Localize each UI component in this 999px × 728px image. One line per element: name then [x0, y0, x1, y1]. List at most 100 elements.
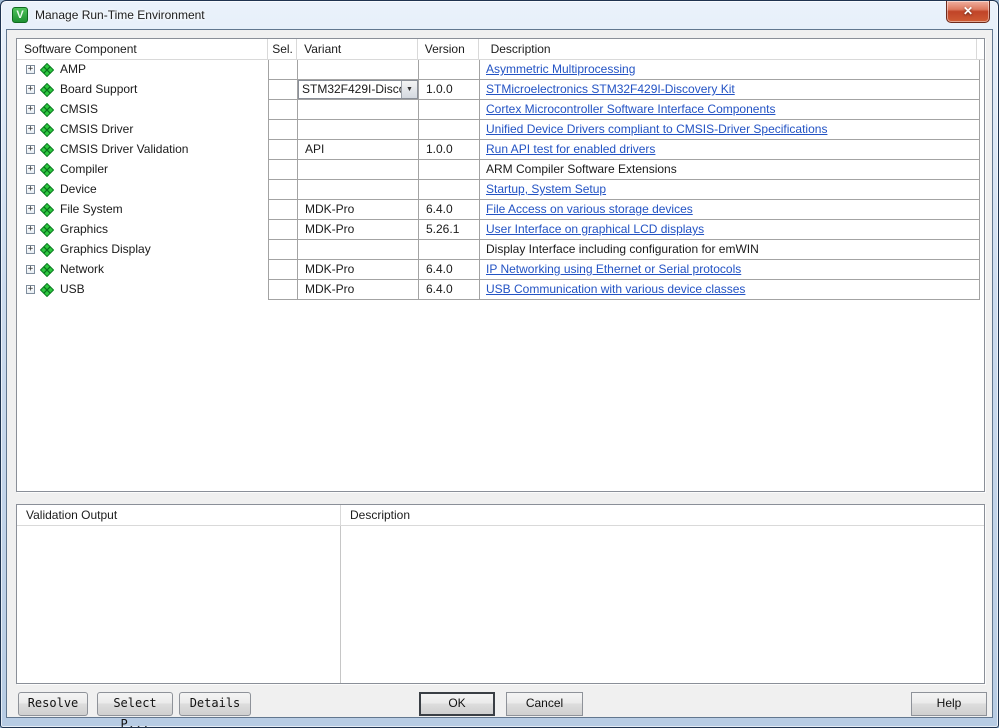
validation-description-header[interactable]: Description: [350, 508, 410, 522]
validation-description-area[interactable]: [341, 526, 984, 683]
description-link[interactable]: Cortex Microcontroller Software Interfac…: [486, 102, 775, 116]
expand-icon[interactable]: +: [26, 265, 35, 274]
cancel-button[interactable]: Cancel: [506, 692, 583, 716]
table-row: + Compiler ARM Compiler Software Extension…: [17, 160, 984, 180]
description-link[interactable]: User Interface on graphical LCD displays: [486, 222, 704, 236]
variant-cell: [298, 180, 419, 200]
select-cell[interactable]: [269, 260, 298, 280]
row-gutter: [980, 260, 984, 280]
description-cell: STMicroelectronics STM32F429I-Discovery …: [480, 80, 980, 100]
version-cell: 5.26.1: [419, 220, 480, 240]
expand-icon[interactable]: +: [26, 105, 35, 114]
titlebar[interactable]: V Manage Run-Time Environment ✕: [1, 1, 998, 29]
select-packs-button[interactable]: Select P...: [97, 692, 173, 716]
select-cell[interactable]: [269, 140, 298, 160]
variant-cell: [298, 240, 419, 260]
select-cell[interactable]: [269, 160, 298, 180]
component-cell[interactable]: + Compiler: [17, 160, 269, 180]
variant-cell: [298, 160, 419, 180]
header-variant[interactable]: Variant: [297, 39, 418, 59]
component-cell[interactable]: +USB: [17, 280, 269, 300]
variant-cell: MDK-Pro: [298, 200, 419, 220]
expand-icon[interactable]: +: [26, 165, 35, 174]
version-cell: [419, 120, 480, 140]
description-link[interactable]: Asymmetric Multiprocessing: [486, 62, 635, 76]
version-cell: 1.0.0: [419, 140, 480, 160]
select-cell[interactable]: [269, 240, 298, 260]
resolve-button[interactable]: Resolve: [18, 692, 88, 716]
row-gutter: [980, 240, 984, 260]
component-cell[interactable]: +AMP: [17, 60, 269, 80]
component-cell[interactable]: + Board Support: [17, 80, 269, 100]
description-link[interactable]: Unified Device Drivers compliant to CMSI…: [486, 122, 827, 136]
validation-output-area[interactable]: [17, 526, 341, 683]
help-button[interactable]: Help: [911, 692, 987, 716]
component-cell[interactable]: +CMSIS Driver Validation: [17, 140, 269, 160]
header-software-component[interactable]: Software Component: [17, 39, 268, 59]
description-cell: Unified Device Drivers compliant to CMSI…: [480, 120, 980, 140]
component-cell[interactable]: +File System: [17, 200, 269, 220]
select-cell[interactable]: [269, 60, 298, 80]
component-cell[interactable]: +Device: [17, 180, 269, 200]
component-icon: [40, 283, 54, 297]
table-row: +Graphics Display Display Interface inclu…: [17, 240, 984, 260]
component-table-rows: +AMP Asymmetric Multiprocessing + Board Sup…: [17, 60, 984, 300]
component-cell[interactable]: +Graphics: [17, 220, 269, 240]
component-label: Compiler: [60, 160, 108, 179]
expand-icon[interactable]: +: [26, 205, 35, 214]
expand-icon[interactable]: +: [26, 125, 35, 134]
description-link[interactable]: STMicroelectronics STM32F429I-Discovery …: [486, 82, 735, 96]
expand-icon[interactable]: +: [26, 245, 35, 254]
variant-cell: MDK-Pro: [298, 260, 419, 280]
select-cell[interactable]: [269, 220, 298, 240]
validation-pane: Validation Output Description: [16, 504, 985, 684]
description-link[interactable]: File Access on various storage devices: [486, 202, 693, 216]
component-label: Board Support: [60, 80, 137, 99]
variant-cell: [298, 120, 419, 140]
component-cell[interactable]: +Graphics Display: [17, 240, 269, 260]
expand-icon[interactable]: +: [26, 225, 35, 234]
ok-button[interactable]: OK: [419, 692, 495, 716]
expand-icon[interactable]: +: [26, 145, 35, 154]
description-text: Display Interface including configuratio…: [486, 242, 759, 256]
table-row: +File SystemMDK-Pro6.4.0File Access on v…: [17, 200, 984, 220]
description-link[interactable]: IP Networking using Ethernet or Serial p…: [486, 262, 741, 276]
dialog-client-area: Software Component Sel. Variant Version …: [6, 29, 993, 718]
component-label: CMSIS: [60, 100, 98, 119]
component-icon: [40, 143, 54, 157]
details-button[interactable]: Details: [179, 692, 251, 716]
component-cell[interactable]: +CMSIS Driver: [17, 120, 269, 140]
table-row: + CMSIS Cortex Microcontroller Software In…: [17, 100, 984, 120]
select-cell[interactable]: [269, 280, 298, 300]
expand-icon[interactable]: +: [26, 85, 35, 94]
row-gutter: [980, 180, 984, 200]
table-row: +Device Startup, System Setup: [17, 180, 984, 200]
description-link[interactable]: Run API test for enabled drivers: [486, 142, 655, 156]
select-cell[interactable]: [269, 120, 298, 140]
component-cell[interactable]: + CMSIS: [17, 100, 269, 120]
header-version[interactable]: Version: [418, 39, 479, 59]
validation-pane-body: [17, 526, 984, 683]
description-cell: Display Interface including configuratio…: [480, 240, 980, 260]
row-gutter: [980, 120, 984, 140]
select-cell[interactable]: [269, 200, 298, 220]
expand-icon[interactable]: +: [26, 285, 35, 294]
component-cell[interactable]: +Network: [17, 260, 269, 280]
select-cell[interactable]: [269, 180, 298, 200]
chevron-down-icon[interactable]: ▼: [401, 81, 417, 98]
description-link[interactable]: USB Communication with various device cl…: [486, 282, 745, 296]
expand-icon[interactable]: +: [26, 185, 35, 194]
select-cell[interactable]: [269, 80, 298, 100]
description-cell: User Interface on graphical LCD displays: [480, 220, 980, 240]
table-row: +Board SupportSTM32F429I-Discov▼1.0.0STM…: [17, 80, 984, 100]
expand-icon[interactable]: +: [26, 65, 35, 74]
variant-combobox[interactable]: STM32F429I-Discov▼: [298, 80, 418, 99]
description-cell: ARM Compiler Software Extensions: [480, 160, 980, 180]
description-link[interactable]: Startup, System Setup: [486, 182, 606, 196]
select-cell[interactable]: [269, 100, 298, 120]
validation-output-header[interactable]: Validation Output: [26, 508, 117, 522]
header-sel[interactable]: Sel.: [268, 39, 297, 59]
variant-cell: API: [298, 140, 419, 160]
header-description[interactable]: Description: [479, 39, 977, 59]
close-button[interactable]: ✕: [946, 1, 990, 23]
